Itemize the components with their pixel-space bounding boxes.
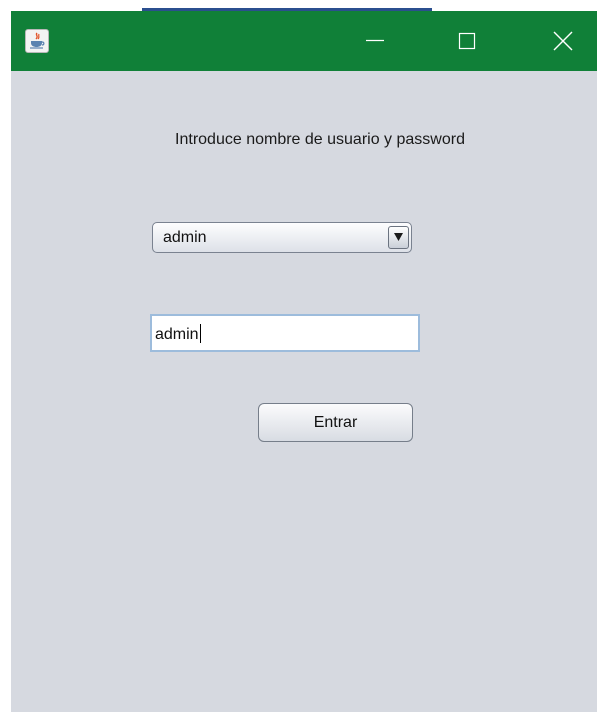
minimize-icon bbox=[366, 39, 384, 42]
maximize-icon bbox=[458, 32, 476, 50]
minimize-button[interactable] bbox=[347, 11, 403, 71]
password-field-content: admin bbox=[155, 324, 201, 344]
dropdown-arrow-button[interactable] bbox=[388, 226, 409, 249]
user-select[interactable]: admin bbox=[152, 222, 412, 253]
login-window: Introduce nombre de usuario y password a… bbox=[11, 11, 597, 712]
password-field[interactable]: admin bbox=[150, 314, 420, 352]
entrar-button[interactable]: Entrar bbox=[258, 403, 413, 442]
user-select-value: admin bbox=[163, 229, 207, 246]
password-field-value: admin bbox=[155, 326, 199, 343]
title-bar[interactable] bbox=[11, 11, 597, 71]
text-caret bbox=[199, 324, 201, 343]
chevron-down-icon bbox=[394, 233, 403, 241]
maximize-button[interactable] bbox=[439, 11, 495, 71]
java-coffee-icon[interactable] bbox=[25, 29, 49, 53]
login-prompt: Introduce nombre de usuario y password bbox=[175, 131, 465, 148]
desktop-top-strip bbox=[0, 0, 597, 11]
close-icon bbox=[553, 31, 573, 51]
close-button[interactable] bbox=[535, 11, 591, 71]
